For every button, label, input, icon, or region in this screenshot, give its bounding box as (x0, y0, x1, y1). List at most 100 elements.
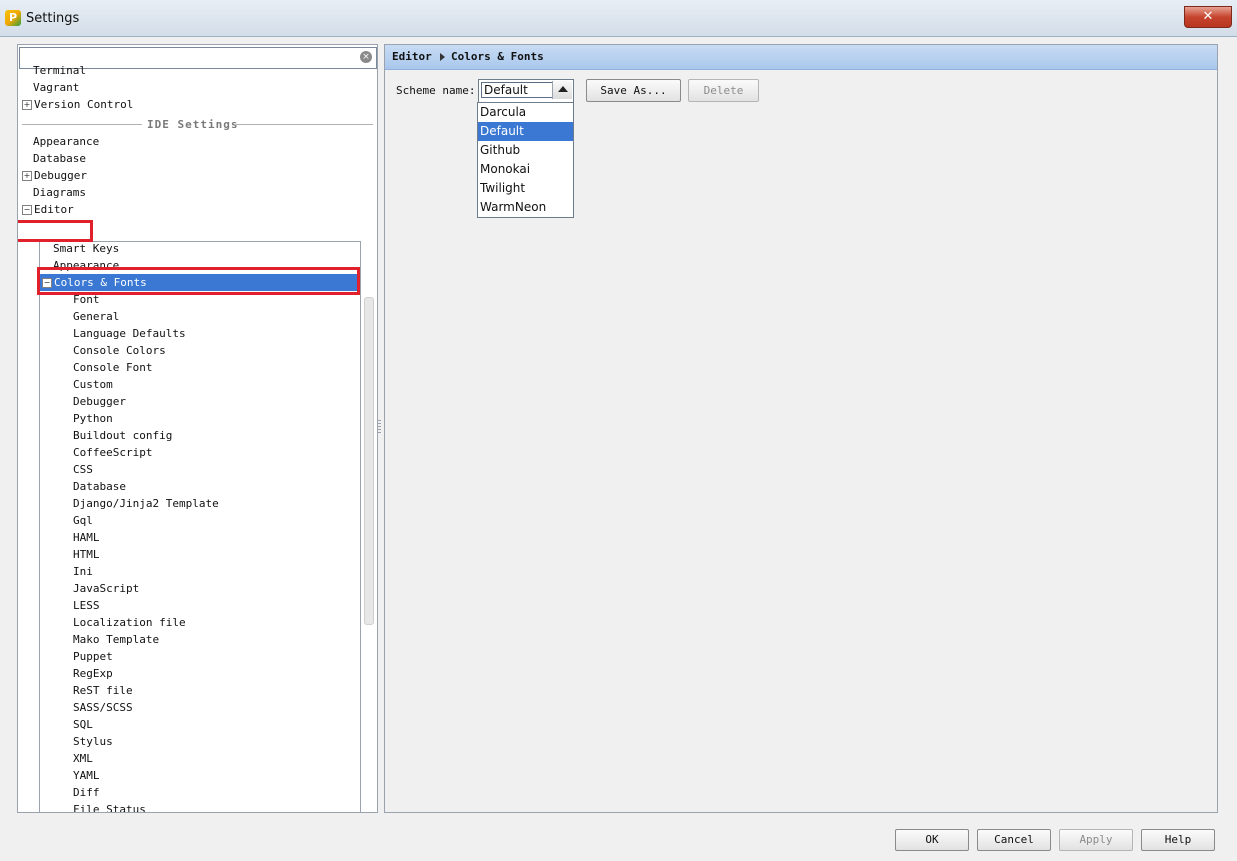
tree-item-diff[interactable]: Diff (73, 784, 100, 801)
tree-item-debugger[interactable]: + Debugger (22, 167, 87, 184)
tree-item-gql[interactable]: Gql (73, 512, 93, 529)
tree-item-label: HAML (73, 531, 100, 544)
tree-item-editor[interactable]: − Editor (22, 201, 74, 218)
tree-item-coffeescript[interactable]: CoffeeScript (73, 444, 152, 461)
tree-item-terminal[interactable]: Terminal (33, 62, 86, 79)
tree-item-label: Ini (73, 565, 93, 578)
settings-tree-panel: × Terminal Vagrant + Version Control IDE Set… (17, 44, 378, 813)
scheme-option-github[interactable]: Github (478, 141, 573, 160)
tree-item-html[interactable]: HTML (73, 546, 100, 563)
tree-item-stylus[interactable]: Stylus (73, 733, 113, 750)
tree-item-label: HTML (73, 548, 100, 561)
tree-item-javascript[interactable]: JavaScript (73, 580, 139, 597)
tree-item-sql[interactable]: SQL (73, 716, 93, 733)
tree-item-smart-keys[interactable]: Smart Keys (53, 240, 119, 257)
tree-item-label: Console Font (73, 361, 153, 374)
tree-item-file-status[interactable]: File Status (73, 801, 146, 812)
tree-item-language-defaults[interactable]: Language Defaults (73, 325, 186, 342)
tree-item-rest-file[interactable]: ReST file (73, 682, 133, 699)
tree-item-label: Diagrams (33, 186, 86, 199)
ok-button[interactable]: OK (895, 829, 969, 851)
tree-item-label: Localization file (73, 616, 186, 629)
tree-item-label: Gql (73, 514, 93, 527)
tree-item-diagrams[interactable]: Diagrams (33, 184, 86, 201)
tree-item-label: Mako Template (73, 633, 160, 646)
scheme-name-combobox[interactable]: Default (478, 79, 574, 103)
tree-item-label: Custom (73, 378, 113, 391)
tree-item-localization-file[interactable]: Localization file (73, 614, 186, 631)
tree-item-label: Language Defaults (73, 327, 186, 340)
tree-item-python[interactable]: Python (73, 410, 113, 427)
breadcrumb-editor[interactable]: Editor (392, 45, 432, 69)
tree-item-label: XML (73, 752, 93, 765)
tree-item-label: Buildout config (73, 429, 173, 442)
scheme-name-value[interactable]: Default (481, 82, 553, 98)
tree-item-console-font[interactable]: Console Font (73, 359, 152, 376)
tree-item-label: JavaScript (73, 582, 140, 595)
tree-item-label: Debugger (73, 395, 126, 408)
tree-item-yaml[interactable]: YAML (73, 767, 100, 784)
apply-button[interactable]: Apply (1059, 829, 1133, 851)
tree-item-mako-template[interactable]: Mako Template (73, 631, 159, 648)
tree-item-puppet[interactable]: Puppet (73, 648, 113, 665)
tree-scrollbar[interactable] (364, 297, 374, 625)
section-header-label: IDE Settings (147, 118, 239, 131)
dropdown-arrow-icon[interactable] (552, 81, 572, 99)
colors-fonts-highlight-box (37, 267, 360, 295)
settings-tree: Terminal Vagrant + Version Control IDE Setti… (18, 64, 377, 812)
collapse-icon[interactable]: − (22, 205, 32, 215)
tree-item-django-jinja2-template[interactable]: Django/Jinja2 Template (73, 495, 219, 512)
scheme-option-default[interactable]: Default (478, 122, 573, 141)
breadcrumb: Editor Colors & Fonts (385, 45, 1217, 70)
tree-item-version-control[interactable]: + Version Control (22, 96, 133, 113)
tree-item-label: Python (73, 412, 113, 425)
tree-item-database[interactable]: Database (33, 150, 86, 167)
tree-item-label: RegExp (73, 667, 113, 680)
section-divider (236, 124, 373, 125)
tree-item-label: Django/Jinja2 Template (73, 497, 219, 510)
save-as-button[interactable]: Save As... (586, 79, 681, 102)
tree-item-label: SQL (73, 718, 93, 731)
expand-icon[interactable]: + (22, 171, 32, 181)
scheme-dropdown-list: Darcula Default Github Monokai Twilight WarmN… (477, 102, 574, 218)
tree-item-general[interactable]: General (73, 308, 119, 325)
colors-fonts-panel: Editor Colors & Fonts Scheme name: Defau… (384, 44, 1218, 813)
tree-item-less[interactable]: LESS (73, 597, 100, 614)
tree-item-label: Database (33, 152, 86, 165)
scheme-option-monokai[interactable]: Monokai (478, 160, 573, 179)
tree-item-database[interactable]: Database (73, 478, 126, 495)
tree-item-label: Debugger (34, 169, 87, 182)
tree-item-regexp[interactable]: RegExp (73, 665, 113, 682)
tree-item-debugger[interactable]: Debugger (73, 393, 126, 410)
tree-item-label: Database (73, 480, 126, 493)
tree-item-buildout-config[interactable]: Buildout config (73, 427, 172, 444)
close-button[interactable]: ✕ (1184, 6, 1232, 28)
editor-highlight-box (18, 220, 93, 242)
tree-item-custom[interactable]: Custom (73, 376, 113, 393)
scheme-option-warmneon[interactable]: WarmNeon (478, 198, 573, 217)
cancel-button[interactable]: Cancel (977, 829, 1051, 851)
tree-item-vagrant[interactable]: Vagrant (33, 79, 79, 96)
scheme-name-label: Scheme name: (396, 84, 476, 97)
splitter-handle[interactable] (377, 420, 381, 434)
tree-item-ini[interactable]: Ini (73, 563, 93, 580)
tree-item-label: CoffeeScript (73, 446, 153, 459)
tree-item-xml[interactable]: XML (73, 750, 93, 767)
tree-item-label: ReST file (73, 684, 133, 697)
scheme-option-twilight[interactable]: Twilight (478, 179, 573, 198)
scheme-option-darcula[interactable]: Darcula (478, 103, 573, 122)
expand-icon[interactable]: + (22, 100, 32, 110)
tree-item-sass-scss[interactable]: SASS/SCSS (73, 699, 133, 716)
clear-search-icon[interactable]: × (360, 51, 372, 63)
help-button[interactable]: Help (1141, 829, 1215, 851)
tree-item-label: Console Colors (73, 344, 166, 357)
tree-item-haml[interactable]: HAML (73, 529, 100, 546)
tree-item-label: LESS (73, 599, 100, 612)
tree-item-css[interactable]: CSS (73, 461, 93, 478)
tree-item-console-colors[interactable]: Console Colors (73, 342, 166, 359)
delete-button[interactable]: Delete (688, 79, 759, 102)
section-divider (22, 124, 142, 125)
tree-item-appearance[interactable]: Appearance (33, 133, 99, 150)
tree-item-label: Smart Keys (53, 242, 120, 255)
tree-item-label: CSS (73, 463, 93, 476)
